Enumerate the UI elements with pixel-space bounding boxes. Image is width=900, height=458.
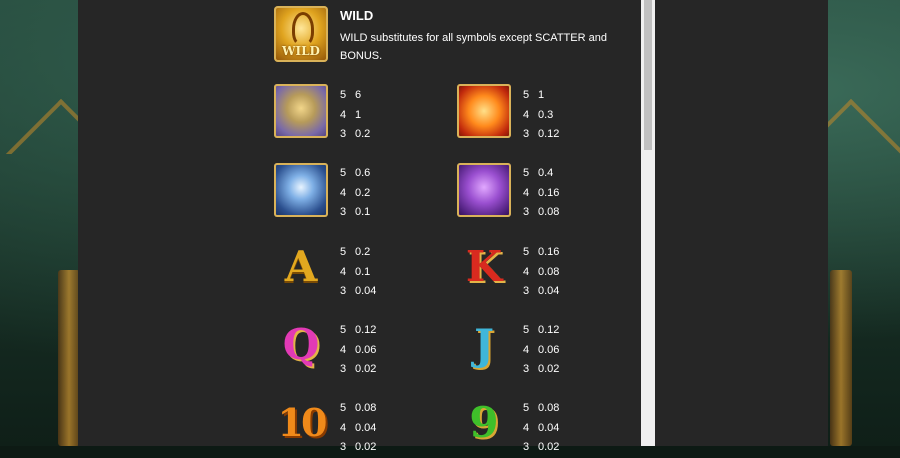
symbol-q: Q xyxy=(282,320,320,369)
wild-title: WILD xyxy=(340,8,374,23)
wild-dragon-graphic xyxy=(292,12,314,46)
pillar-right-decoration xyxy=(830,270,852,446)
tiger-payouts: 5 0.6 4 0.2 3 0.1 xyxy=(340,167,371,218)
j-payouts: 5 0.12 4 0.06 3 0.02 xyxy=(523,324,560,375)
wild-description: WILD substitutes for all symbols except … xyxy=(340,32,607,62)
turtle-payouts: 5 0.4 4 0.16 3 0.08 xyxy=(523,167,560,218)
wild-symbol-icon: WILD xyxy=(274,6,328,62)
phoenix-payouts: 51 4 0.3 3 0.12 xyxy=(523,89,560,140)
q-payouts: 5 0.12 4 0.06 3 0.02 xyxy=(340,324,377,375)
nine-payouts: 5 0.08 4 0.04 3 0.02 xyxy=(523,402,560,453)
tiger-icon xyxy=(274,163,328,217)
dragon-icon xyxy=(274,84,328,138)
scrollbar-thumb[interactable] xyxy=(644,0,652,150)
a-payouts: 5 0.2 4 0.1 3 0.04 xyxy=(340,246,377,297)
symbol-9: 9 xyxy=(469,398,499,447)
symbol-10: 10 xyxy=(277,400,328,445)
pillar-left-decoration xyxy=(58,270,80,446)
turtle-icon xyxy=(457,163,511,217)
paytable-panel xyxy=(78,0,828,446)
wild-icon-text: WILD xyxy=(282,44,320,58)
symbol-j: J xyxy=(474,320,494,369)
ten-payouts: 5 0.08 4 0.04 3 0.02 xyxy=(340,402,377,453)
k-payouts: 5 0.16 4 0.08 3 0.04 xyxy=(523,246,560,297)
symbol-a: A xyxy=(284,242,318,291)
dragon-payouts: 56 41 3 0.2 xyxy=(340,89,371,140)
symbol-k: K xyxy=(465,242,503,291)
phoenix-icon xyxy=(457,84,511,138)
